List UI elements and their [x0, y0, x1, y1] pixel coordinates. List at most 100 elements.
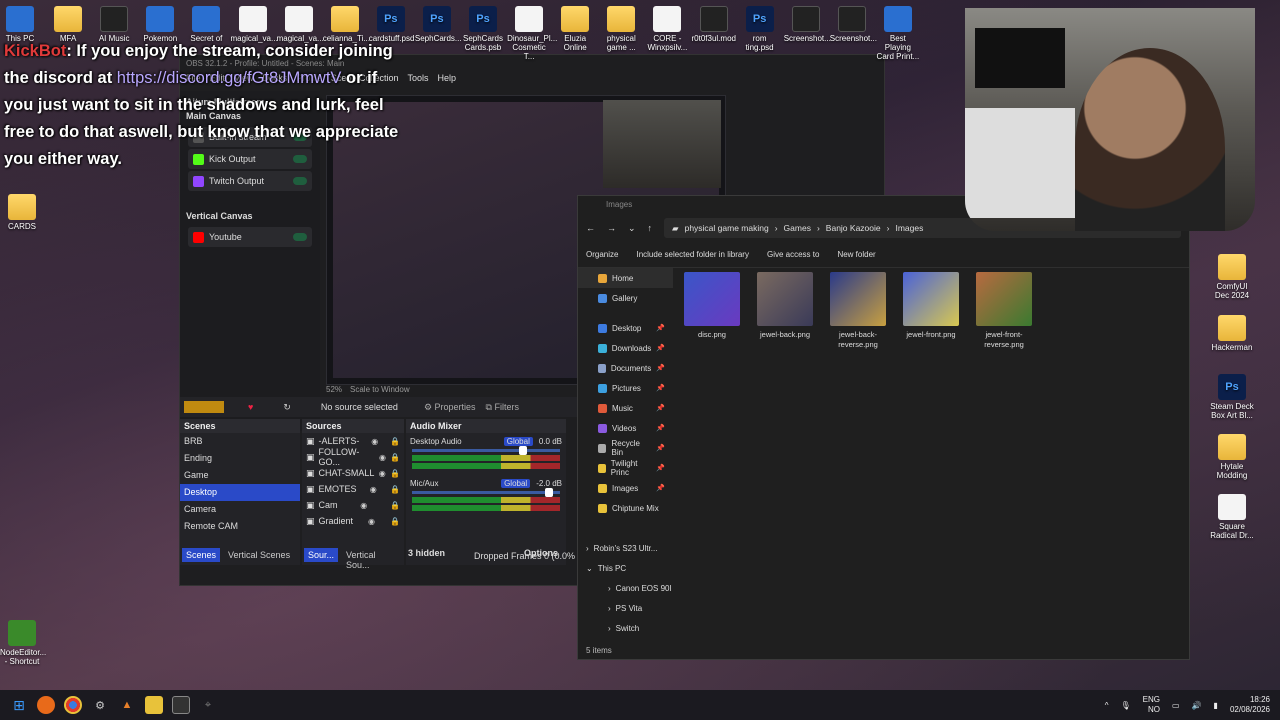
tree-item[interactable]: › Robin's S23 Ultr...	[578, 538, 673, 558]
nav-item-images[interactable]: Images 📌	[578, 478, 673, 498]
filters-button[interactable]: Filters	[494, 402, 519, 412]
vlc-icon[interactable]: ▲	[118, 696, 136, 714]
source-tab[interactable]: Sour...	[304, 548, 339, 562]
battery-icon[interactable]: ▮	[1214, 701, 1218, 710]
channel-mode[interactable]: Global	[501, 479, 531, 488]
lock-icon[interactable]: 🔒	[390, 485, 400, 494]
source-item[interactable]: ▣ Gradient ◉ 🔒	[302, 513, 404, 529]
breadcrumb-item[interactable]: Images	[895, 223, 923, 233]
breadcrumb-item[interactable]: Games	[784, 223, 811, 233]
desktop-icon[interactable]: CARDS	[0, 194, 44, 231]
scene-item[interactable]: Desktop	[180, 484, 300, 501]
toolbar-give-access-to[interactable]: Give access to	[767, 250, 819, 259]
desktop-icon[interactable]: Hytale Modding	[1210, 434, 1254, 480]
lock-icon[interactable]: 🔒	[390, 469, 400, 478]
nav-item-music[interactable]: Music 📌	[578, 398, 673, 418]
gear-icon[interactable]: ⚙	[91, 696, 109, 714]
desktop-icon[interactable]: Best Playing Card Print...	[876, 6, 920, 61]
volume-knob[interactable]	[518, 446, 527, 455]
file-item[interactable]: jewel-back-reverse.png	[830, 272, 886, 350]
output-row[interactable]: Twitch Output	[188, 171, 312, 191]
eye-icon[interactable]: ◉	[368, 517, 375, 526]
back-icon[interactable]: ←	[586, 223, 595, 233]
tree-item[interactable]: › Canon EOS 90I	[578, 578, 673, 598]
desktop-icon[interactable]: Ps SephCards...	[415, 6, 462, 43]
volume-icon[interactable]: 🔊	[1192, 701, 1202, 710]
menu-tools[interactable]: Tools	[407, 73, 428, 89]
nav-item-twilight-princ[interactable]: Twilight Princ 📌	[578, 458, 673, 478]
desktop-icon[interactable]: Ps SephCards Cards.psb	[461, 6, 505, 52]
tree-item[interactable]: ⌄ This PC	[578, 558, 673, 578]
eye-icon[interactable]: ◉	[371, 437, 378, 446]
lock-icon[interactable]: 🔒	[390, 437, 400, 446]
chevron-down-icon[interactable]: ⌄	[628, 223, 636, 234]
source-item[interactable]: ▣ Cam ◉ 🔒	[302, 497, 404, 513]
scene-tab[interactable]: Vertical Scenes	[224, 548, 294, 562]
hidden-count[interactable]: 3 hidden	[408, 548, 445, 562]
scene-item[interactable]: Game	[180, 467, 300, 484]
nav-item-home[interactable]: Home	[578, 268, 673, 288]
discord-link[interactable]: https://discord.gg/fGt8JMmwtV	[117, 69, 342, 87]
lock-icon[interactable]: 🔒	[390, 453, 400, 462]
up-icon[interactable]: ↑	[648, 223, 653, 233]
nav-item-downloads[interactable]: Downloads 📌	[578, 338, 673, 358]
desktop-icon[interactable]: CORE - Winxpsilv...	[645, 6, 689, 52]
desktop-icon[interactable]: Screenshot...	[830, 6, 877, 43]
desktop-icon[interactable]: Hackerman	[1210, 315, 1254, 352]
output-toggle[interactable]	[293, 177, 307, 185]
desktop-icon[interactable]: ComfyUI Dec 2024	[1210, 254, 1254, 300]
scene-item[interactable]: BRB	[180, 433, 300, 450]
eye-icon[interactable]: ◉	[360, 501, 367, 510]
desktop-icon[interactable]: Dinosaur_Pl... Cosmetic T...	[507, 6, 557, 61]
breadcrumb-item[interactable]: Banjo Kazooie	[826, 223, 881, 233]
lock-icon[interactable]: 🔒	[390, 501, 400, 510]
clock-time[interactable]: 18:26	[1230, 695, 1270, 705]
desktop-icon[interactable]: Ps rom ting.psd	[738, 6, 782, 52]
heart-icon[interactable]: ♥	[248, 402, 253, 412]
desktop-icon[interactable]: Ps Steam Deck Box Art Bl...	[1210, 374, 1254, 420]
tree-item[interactable]: › PS Vita	[578, 598, 673, 618]
forward-icon[interactable]: →	[607, 223, 616, 233]
cursor-icon[interactable]: ⌖	[199, 696, 217, 714]
channel-mode[interactable]: Global	[503, 437, 533, 446]
eye-icon[interactable]: ◉	[370, 485, 377, 494]
nav-item-recycle-bin[interactable]: Recycle Bin 📌	[578, 438, 673, 458]
folder-icon[interactable]	[145, 696, 163, 714]
lock-icon[interactable]: 🔒	[390, 517, 400, 526]
file-item[interactable]: jewel-back.png	[757, 272, 813, 350]
firefox-icon[interactable]	[37, 696, 55, 714]
mic-icon[interactable]: 🎙	[1121, 701, 1131, 710]
desktop-icon[interactable]: Square Radical Dr...	[1210, 494, 1254, 540]
clock-date[interactable]: 02/08/2026	[1230, 705, 1270, 715]
eye-icon[interactable]: ◉	[379, 453, 386, 462]
source-tab[interactable]: Vertical Sou...	[342, 548, 402, 570]
desktop-icon[interactable]: NodeEditor... - Shortcut	[0, 620, 46, 666]
file-item[interactable]: disc.png	[684, 272, 740, 350]
output-row[interactable]: Youtube	[188, 227, 312, 247]
file-item[interactable]: jewel-front-reverse.png	[976, 272, 1032, 350]
desktop-icon[interactable]: Screenshot...	[784, 6, 831, 43]
desktop-icon[interactable]: physical game ...	[599, 6, 643, 52]
tree-item[interactable]: › Switch	[578, 618, 673, 638]
source-item[interactable]: ▣ CHAT-SMALL ◉ 🔒	[302, 465, 404, 481]
terminal-icon[interactable]	[172, 696, 190, 714]
properties-button[interactable]: Properties	[435, 402, 476, 412]
scene-item[interactable]: Camera	[180, 501, 300, 518]
scene-tab[interactable]: Scenes	[182, 548, 221, 562]
breadcrumb-item[interactable]: physical game making	[685, 223, 769, 233]
file-explorer-window[interactable]: Images ← → ⌄ ↑ ▰ physical game making › Gam…	[577, 195, 1190, 660]
scale-mode[interactable]: Scale to Window	[350, 385, 410, 394]
volume-slider[interactable]	[412, 488, 560, 497]
output-toggle[interactable]	[293, 233, 307, 241]
chrome-icon[interactable]	[64, 696, 82, 714]
eye-icon[interactable]: ◉	[379, 469, 386, 478]
lang-label[interactable]: ENG	[1143, 695, 1160, 705]
nav-item-videos[interactable]: Videos 📌	[578, 418, 673, 438]
scene-item[interactable]: Remote CAM	[180, 518, 300, 533]
toolbar-include-selected-folder-in-library[interactable]: Include selected folder in library	[636, 250, 749, 259]
nav-item-desktop[interactable]: Desktop 📌	[578, 318, 673, 338]
chevron-up-icon[interactable]: ^	[1105, 701, 1109, 710]
source-item[interactable]: ▣ FOLLOW-GO... ◉ 🔒	[302, 447, 404, 467]
scene-item[interactable]: Ending	[180, 450, 300, 467]
nav-item-documents[interactable]: Documents 📌	[578, 358, 673, 378]
